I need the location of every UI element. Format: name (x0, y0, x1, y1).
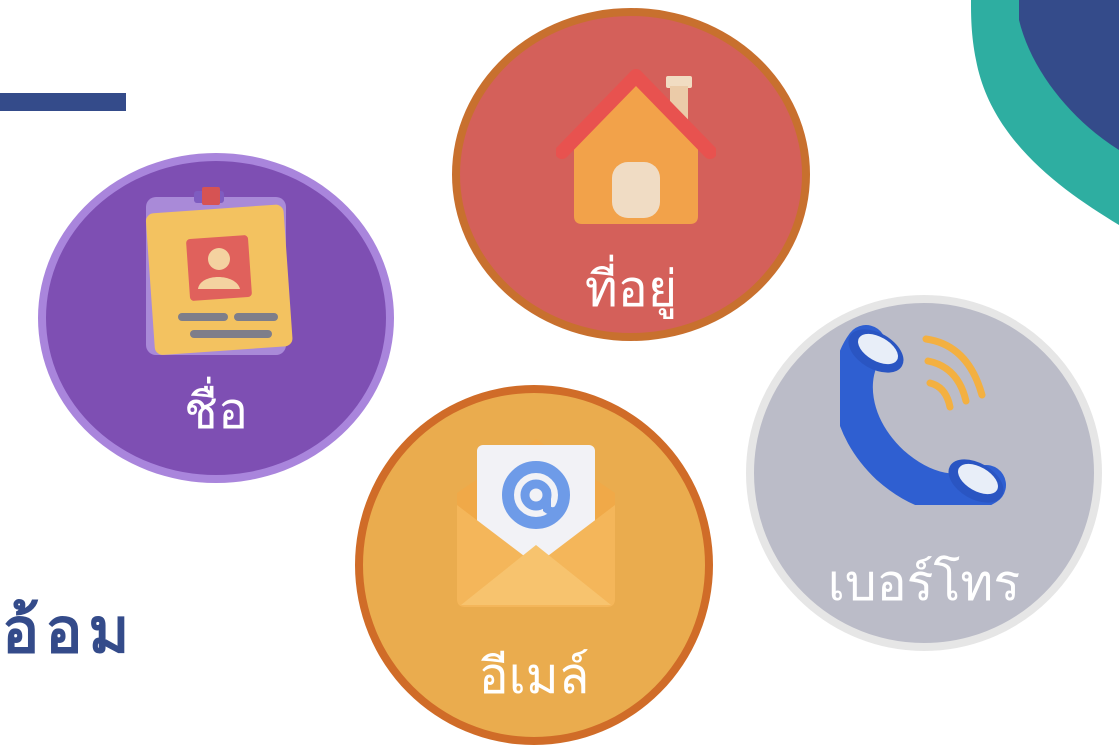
name-label: ชื่อ (184, 382, 248, 440)
partial-heading: อ้อม (2, 594, 136, 667)
address-circle[interactable]: ที่อยู่ (452, 8, 810, 341)
email-circle[interactable]: อีเมล์ (355, 385, 713, 745)
envelope-at-icon (457, 439, 615, 607)
phone-label: เบอร์โทร (827, 554, 1021, 612)
decorative-corner-shape (971, 0, 1119, 225)
id-card-icon (145, 187, 293, 355)
house-icon (556, 69, 716, 224)
phone-icon (840, 325, 1006, 505)
address-label: ที่อยู่ (584, 260, 678, 318)
name-circle[interactable]: ชื่อ (38, 153, 394, 483)
decorative-bar (0, 93, 126, 111)
email-label: อีเมล์ (478, 647, 590, 705)
phone-circle[interactable]: เบอร์โทร (746, 295, 1102, 651)
